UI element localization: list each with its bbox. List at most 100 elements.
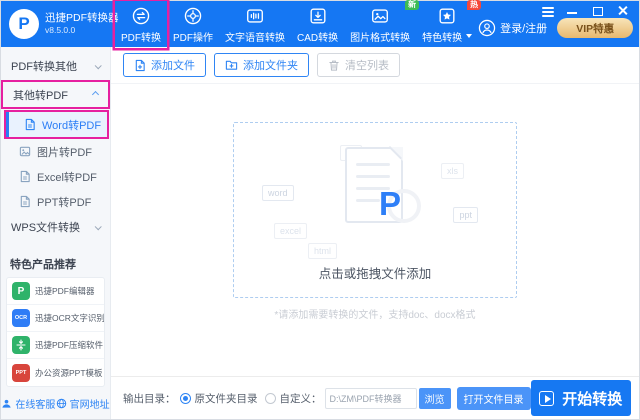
format-tag: ppt <box>453 207 478 223</box>
app-title: 迅捷PDF转换器 <box>45 11 119 24</box>
star-icon <box>439 8 455 23</box>
output-path-input[interactable] <box>324 387 417 409</box>
product-label: 迅捷PDF编辑器 <box>35 286 95 296</box>
dropzone-hint: *请添加需要转换的文件，支持doc、docx格式 <box>274 310 476 321</box>
hot-badge: 热 <box>467 0 482 11</box>
radio-original-folder[interactable] <box>179 392 191 404</box>
nav-tab-label: 图片格式转换 <box>350 32 411 44</box>
official-site-link[interactable]: 官网地址 <box>56 396 110 411</box>
open-directory-button[interactable]: 打开文件目录 <box>456 386 531 410</box>
nav-tab-image-format-convert[interactable]: 新 图片格式转换 <box>344 0 420 48</box>
p-logo: P <box>379 185 422 223</box>
online-service-link[interactable]: 在线客服 <box>1 396 55 411</box>
clear-list-button[interactable]: 清空列表 <box>317 53 400 77</box>
nav-tab-special-convert[interactable]: 热 特色转换 <box>416 0 482 48</box>
file-toolbar: 添加文件 添加文件夹 清空列表 <box>111 47 639 84</box>
header-right: 登录/注册 VIP特惠 <box>478 18 635 38</box>
menu-icon[interactable] <box>542 5 554 17</box>
nav-tab-label: 文字语音转换 <box>225 32 285 44</box>
minimize-icon[interactable] <box>567 5 579 16</box>
sidebar-footer: 在线客服 官网地址 <box>1 387 110 419</box>
sidebar-group-label: WPS文件转换 <box>11 222 81 234</box>
nav-tab-label: PDF操作 <box>173 32 213 44</box>
sidebar-group-label: PDF转换其他 <box>11 61 77 73</box>
nav-tab-pdf-operate[interactable]: PDF操作 <box>167 1 219 48</box>
vip-button[interactable]: VIP特惠 <box>557 18 634 38</box>
format-tag: word <box>262 185 294 201</box>
content-area: txt xls word ppt excel html P 点击或拖拽文件添加 <box>111 84 639 376</box>
radio-custom[interactable] <box>264 392 276 404</box>
sidebar: PDF转换其他 其他转PDF Word转PDF 图片转PDF Excel转PDF <box>1 47 111 419</box>
add-file-button[interactable]: 添加文件 <box>123 53 206 77</box>
ocr-icon: OCR <box>12 309 30 327</box>
nav-tab-text-voice-convert[interactable]: 文字语音转换 <box>219 1 291 48</box>
add-folder-label: 添加文件夹 <box>243 60 298 72</box>
play-icon <box>539 390 555 406</box>
format-tag: xls <box>441 163 464 179</box>
format-tag: excel <box>274 223 308 239</box>
online-service-label: 在线客服 <box>15 399 56 411</box>
clear-list-label: 清空列表 <box>345 60 389 72</box>
start-convert-button[interactable]: 开始转换 <box>530 380 631 416</box>
document-icon <box>25 118 35 131</box>
format-tag: html <box>308 243 338 259</box>
close-icon[interactable] <box>617 5 629 16</box>
sidebar-item-image-to-pdf[interactable]: 图片转PDF <box>1 139 110 164</box>
image-icon <box>372 8 389 23</box>
file-dropzone[interactable]: txt xls word ppt excel html P 点击或拖拽文件添加 <box>233 122 517 298</box>
app-version: v8.5.0.0 <box>45 25 76 36</box>
chevron-up-icon <box>91 90 100 99</box>
add-file-icon <box>135 59 145 71</box>
cad-icon <box>310 8 326 23</box>
sidebar-item-ppt-to-pdf[interactable]: PPT转PDF <box>1 189 110 214</box>
product-pdf-editor[interactable]: P 迅捷PDF编辑器 <box>7 278 104 305</box>
output-dir-label: 输出目录： <box>123 392 176 405</box>
chevron-down-icon <box>94 222 102 230</box>
sidebar-item-label: Excel转PDF <box>37 171 97 184</box>
document-icon <box>20 170 30 183</box>
nav-tab-pdf-convert[interactable]: PDF转换 <box>115 1 167 48</box>
pdf-editor-icon: P <box>12 282 30 300</box>
add-folder-button[interactable]: 添加文件夹 <box>214 53 309 77</box>
document-icon <box>20 195 30 208</box>
browse-button[interactable]: 浏览 <box>418 387 451 409</box>
sidebar-group-pdf-to-other[interactable]: PDF转换其他 <box>1 53 110 79</box>
app-logo: P <box>9 9 39 39</box>
radio-original-label: 原文件夹目录 <box>194 392 258 405</box>
sidebar-item-label: PPT转PDF <box>37 196 92 209</box>
product-pdf-compressor[interactable]: 迅捷PDF压缩软件 <box>7 332 104 359</box>
sidebar-group-other-to-pdf[interactable]: 其他转PDF <box>3 82 108 107</box>
radio-custom-label: 自定义： <box>279 392 322 405</box>
nav-tab-label: PDF转换 <box>121 32 161 44</box>
image-icon <box>19 146 31 157</box>
output-bar: 输出目录： 原文件夹目录 自定义： 浏览 打开文件目录 开始转换 <box>111 376 639 419</box>
convert-icon <box>132 7 150 24</box>
start-convert-label: 开始转换 <box>562 390 623 408</box>
brand: P 迅捷PDF转换器 v8.5.0.0 <box>9 9 119 39</box>
nav-tab-label: 特色转换 <box>422 32 463 44</box>
chevron-down-icon <box>466 34 473 38</box>
compress-icon <box>12 336 30 354</box>
user-icon <box>478 19 496 37</box>
product-ocr-software[interactable]: OCR 迅捷OCR文字识别软件 <box>7 305 104 332</box>
chevron-down-icon <box>94 61 102 69</box>
product-label: 迅捷OCR文字识别软件 <box>35 313 104 323</box>
dropzone-text: 点击或拖拽文件添加 <box>318 267 432 281</box>
add-folder-icon <box>225 60 238 70</box>
nav-tab-cad-convert[interactable]: CAD转换 <box>291 1 344 48</box>
nav-tab-label: CAD转换 <box>297 32 339 44</box>
sidebar-item-excel-to-pdf[interactable]: Excel转PDF <box>1 164 110 189</box>
login-label: 登录/注册 <box>500 23 548 35</box>
sidebar-item-label: 图片转PDF <box>37 146 92 159</box>
product-ppt-templates[interactable]: PPT 办公资源PPT模板 <box>7 359 104 386</box>
maximize-icon[interactable] <box>592 5 604 16</box>
globe-icon <box>56 398 66 408</box>
gear-icon <box>184 7 202 24</box>
sidebar-group-wps-convert[interactable]: WPS文件转换 <box>1 214 110 240</box>
sidebar-group-label: 其他转PDF <box>13 89 68 102</box>
voice-icon <box>247 8 263 23</box>
sidebar-item-word-to-pdf[interactable]: Word转PDF <box>6 112 107 137</box>
product-list: P 迅捷PDF编辑器 OCR 迅捷OCR文字识别软件 迅捷PDF压缩软件 PPT… <box>6 277 105 387</box>
sidebar-item-label: Word转PDF <box>42 119 102 132</box>
login-register-button[interactable]: 登录/注册 <box>478 19 547 37</box>
